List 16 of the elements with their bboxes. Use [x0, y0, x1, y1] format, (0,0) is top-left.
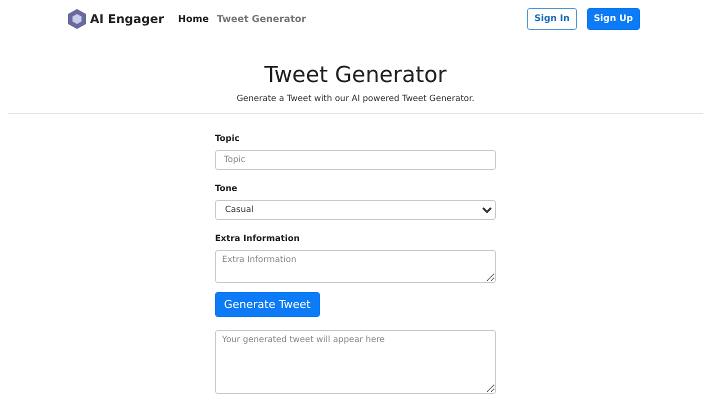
select-field[interactable]: Casual	[215, 200, 496, 220]
output-field[interactable]: Your generated tweet will appear here	[215, 330, 496, 394]
field-label: Tone	[215, 184, 238, 194]
textarea-field[interactable]: Extra Information	[215, 250, 496, 283]
page-title: Tweet Generator	[263, 63, 448, 88]
nav-link[interactable]: Tweet Generator	[216, 14, 306, 24]
generate-button[interactable]: Generate Tweet	[215, 292, 320, 317]
nav-link[interactable]: Home	[178, 14, 209, 24]
sign-in-button[interactable]: Sign In	[527, 8, 577, 30]
hexagon-logo-icon	[68, 9, 86, 29]
input-field[interactable]: Topic	[215, 150, 496, 170]
field-label: Topic	[215, 134, 241, 144]
sign-up-button[interactable]: Sign Up	[586, 8, 640, 30]
page-subtitle: Generate a Tweet with our AI powered Tweet Generator.	[236, 94, 476, 104]
brand-name: AI Engager	[90, 12, 164, 26]
field-label: Extra Information	[215, 234, 301, 244]
